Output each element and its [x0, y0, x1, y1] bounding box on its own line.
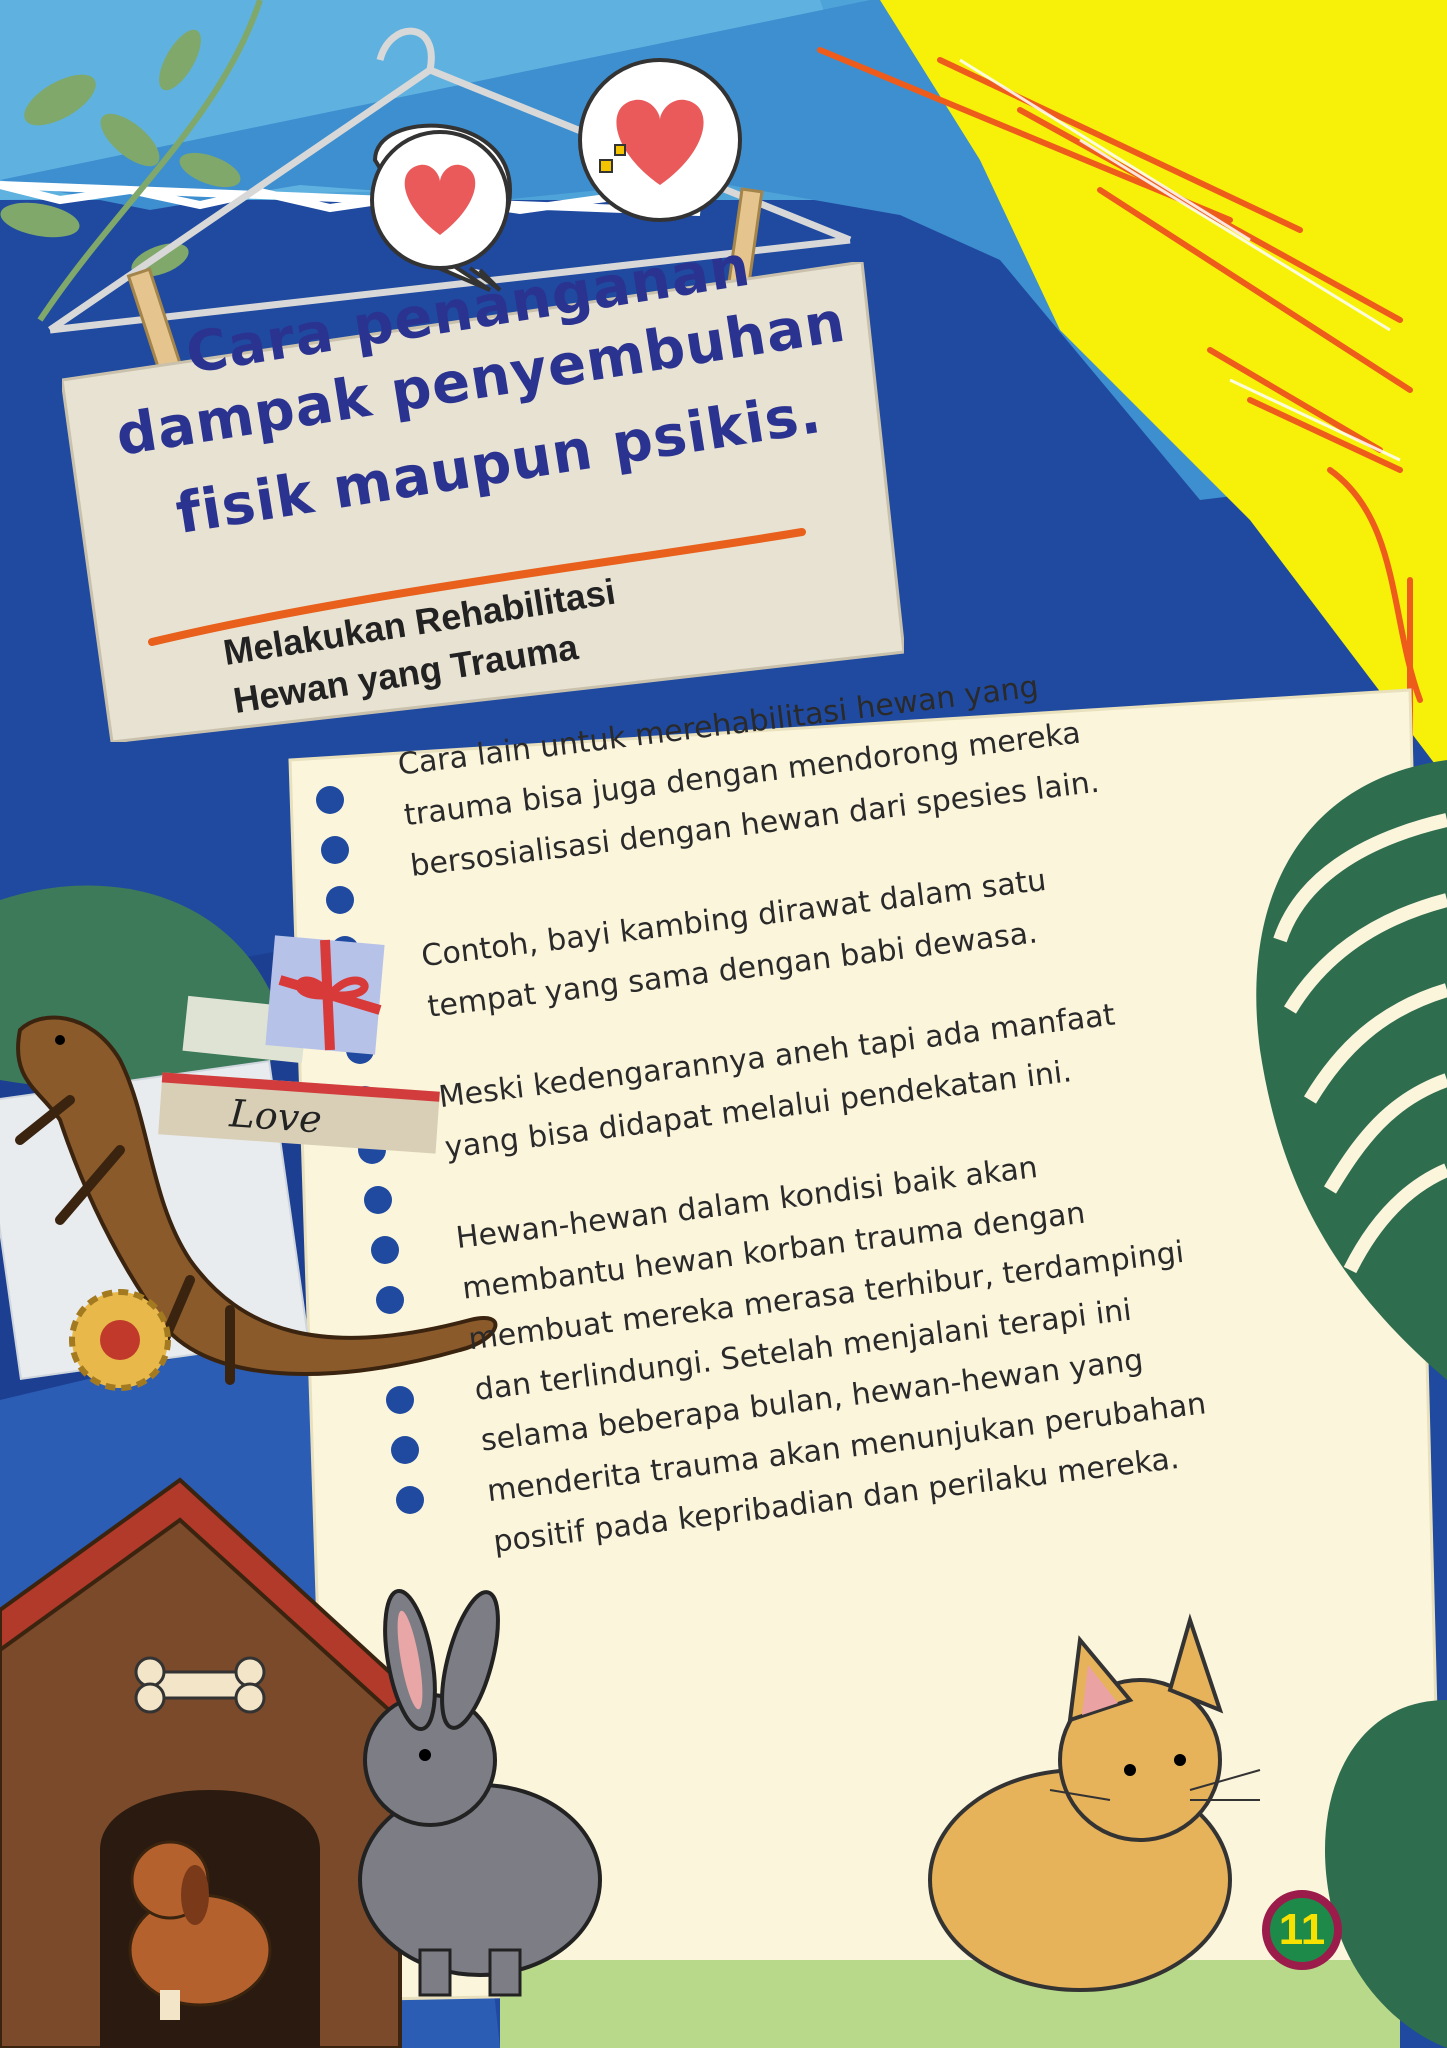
heart-icon	[578, 58, 742, 222]
body-text: Cara lain untuk merehabilitasi hewan yan…	[395, 630, 1395, 1607]
gear-button-icon	[69, 1289, 171, 1391]
page-number-badge: 11	[1262, 1890, 1342, 1970]
storybook-page: Cara penanganan dampak penyembuhan fisik…	[0, 0, 1447, 2048]
title-card: Cara penanganan dampak penyembuhan fisik…	[62, 234, 904, 742]
page-number: 11	[1278, 1905, 1326, 1954]
paragraph: Hewan-hewan dalam kondisi baik akan memb…	[454, 1150, 1208, 1560]
gift-bow-icon	[265, 935, 385, 1055]
